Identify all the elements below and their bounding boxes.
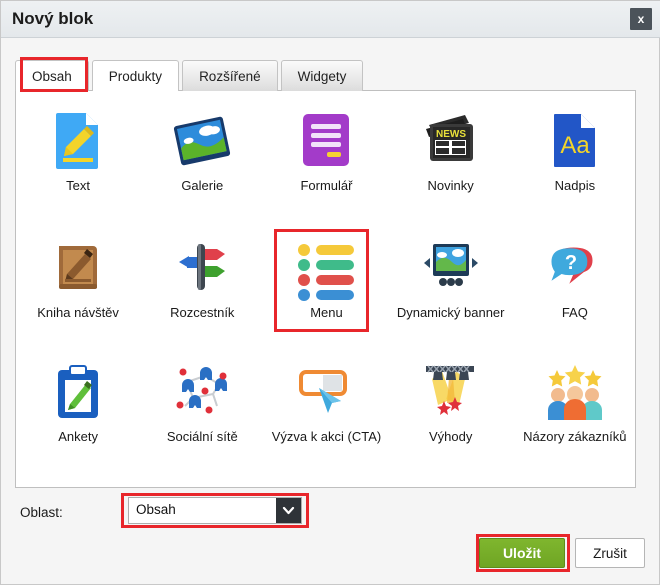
block-item-menu[interactable]: Menu [264, 232, 388, 321]
oblast-select[interactable]: Obsah [128, 497, 302, 524]
faq-speech-bubbles-icon: ? [545, 232, 605, 296]
chevron-down-icon[interactable] [276, 498, 301, 523]
block-item-label: Dynamický banner [396, 305, 505, 320]
tab-produkty[interactable]: Produkty [91, 60, 180, 91]
block-item-rozcestnik[interactable]: Rozcestník [140, 232, 264, 321]
block-item-novinky[interactable]: NEWS Novinky [389, 105, 513, 194]
block-item-label: Sociální sítě [166, 429, 238, 444]
cta-cursor-icon [297, 356, 355, 420]
dynamic-banner-icon [420, 232, 482, 296]
block-item-label: Formulář [300, 178, 353, 193]
block-item-vyhody[interactable]: Výhody [389, 356, 513, 445]
news-icon: NEWS [421, 105, 481, 169]
tab-bar: Obsah Produkty Rozšířené Widgety [15, 59, 366, 91]
oblast-label: Oblast: [20, 505, 63, 520]
block-item-label: Nadpis [554, 178, 596, 193]
block-row-1: Text Galerie Formulář NEWS Novinky Aa Na… [16, 105, 637, 194]
block-item-label: Galerie [181, 178, 224, 193]
tab-widgety[interactable]: Widgety [280, 60, 364, 91]
svg-text:Aa: Aa [560, 132, 590, 159]
customer-reviews-icon [544, 356, 606, 420]
block-row-3: Ankety Sociální sítě Výzva k akci (CTA) … [16, 356, 637, 445]
new-block-dialog: Nový blok x Obsah Produkty Rozšířené Wid… [0, 0, 660, 585]
block-item-dynamicky-banner[interactable]: Dynamický banner [389, 232, 513, 321]
dialog-title: Nový blok [12, 9, 94, 28]
form-icon [300, 105, 352, 169]
block-item-nadpis[interactable]: Aa Nadpis [513, 105, 637, 194]
cancel-button[interactable]: Zrušit [575, 538, 645, 568]
signpost-icon [173, 232, 231, 296]
heading-aa-icon: Aa [551, 105, 599, 169]
save-button[interactable]: Uložit [479, 538, 565, 568]
block-item-formular[interactable]: Formulář [264, 105, 388, 194]
block-item-ankety[interactable]: Ankety [16, 356, 140, 445]
block-row-2: Kniha návštěv Rozcestník Menu Dynamický … [16, 232, 637, 321]
tab-label: Produkty [108, 68, 163, 84]
block-item-kniha-navstev[interactable]: Kniha návštěv [16, 232, 140, 321]
oblast-row: Oblast: Obsah [1, 497, 660, 531]
close-icon[interactable]: x [630, 8, 652, 30]
block-item-label: Výhody [428, 429, 473, 444]
dialog-buttons: Uložit Zrušit [479, 538, 645, 568]
tab-label: Obsah [32, 68, 72, 84]
svg-text:NEWS: NEWS [436, 129, 466, 140]
block-item-label: Výzva k akci (CTA) [271, 429, 382, 444]
oblast-selected-value: Obsah [136, 502, 176, 517]
block-item-text[interactable]: Text [16, 105, 140, 194]
block-item-label: Rozcestník [170, 305, 235, 320]
poll-clipboard-icon [54, 356, 102, 420]
block-item-socialni-site[interactable]: Sociální sítě [140, 356, 264, 445]
menu-list-icon [296, 232, 356, 301]
spotlight-benefits-icon [420, 356, 482, 420]
block-item-nazory-zakazniku[interactable]: Názory zákazníků [513, 356, 637, 445]
document-pencil-icon [52, 105, 104, 169]
svg-text:?: ? [565, 252, 577, 274]
dialog-titlebar: Nový blok x [1, 1, 660, 38]
block-item-label: Kniha návštěv [37, 305, 119, 320]
block-item-cta[interactable]: Výzva k akci (CTA) [264, 356, 388, 445]
block-item-galerie[interactable]: Galerie [140, 105, 264, 194]
tab-label: Widgety [297, 68, 347, 84]
block-item-faq[interactable]: ? FAQ [513, 232, 637, 321]
tab-obsah[interactable]: Obsah [15, 60, 89, 91]
tab-label: Rozšířené [199, 68, 261, 84]
block-item-label: Ankety [58, 429, 98, 444]
block-type-panel: Text Galerie Formulář NEWS Novinky Aa Na… [15, 90, 636, 488]
social-network-icon [171, 356, 233, 420]
block-item-label: FAQ [561, 305, 588, 320]
guestbook-icon [51, 232, 105, 296]
block-item-label: Názory zákazníků [523, 429, 627, 444]
block-item-label: Text [66, 178, 91, 193]
block-item-label: Novinky [427, 178, 474, 193]
tab-rozsirene[interactable]: Rozšířené [182, 60, 278, 91]
block-item-label: Menu [310, 305, 343, 320]
photo-gallery-icon [171, 105, 233, 169]
